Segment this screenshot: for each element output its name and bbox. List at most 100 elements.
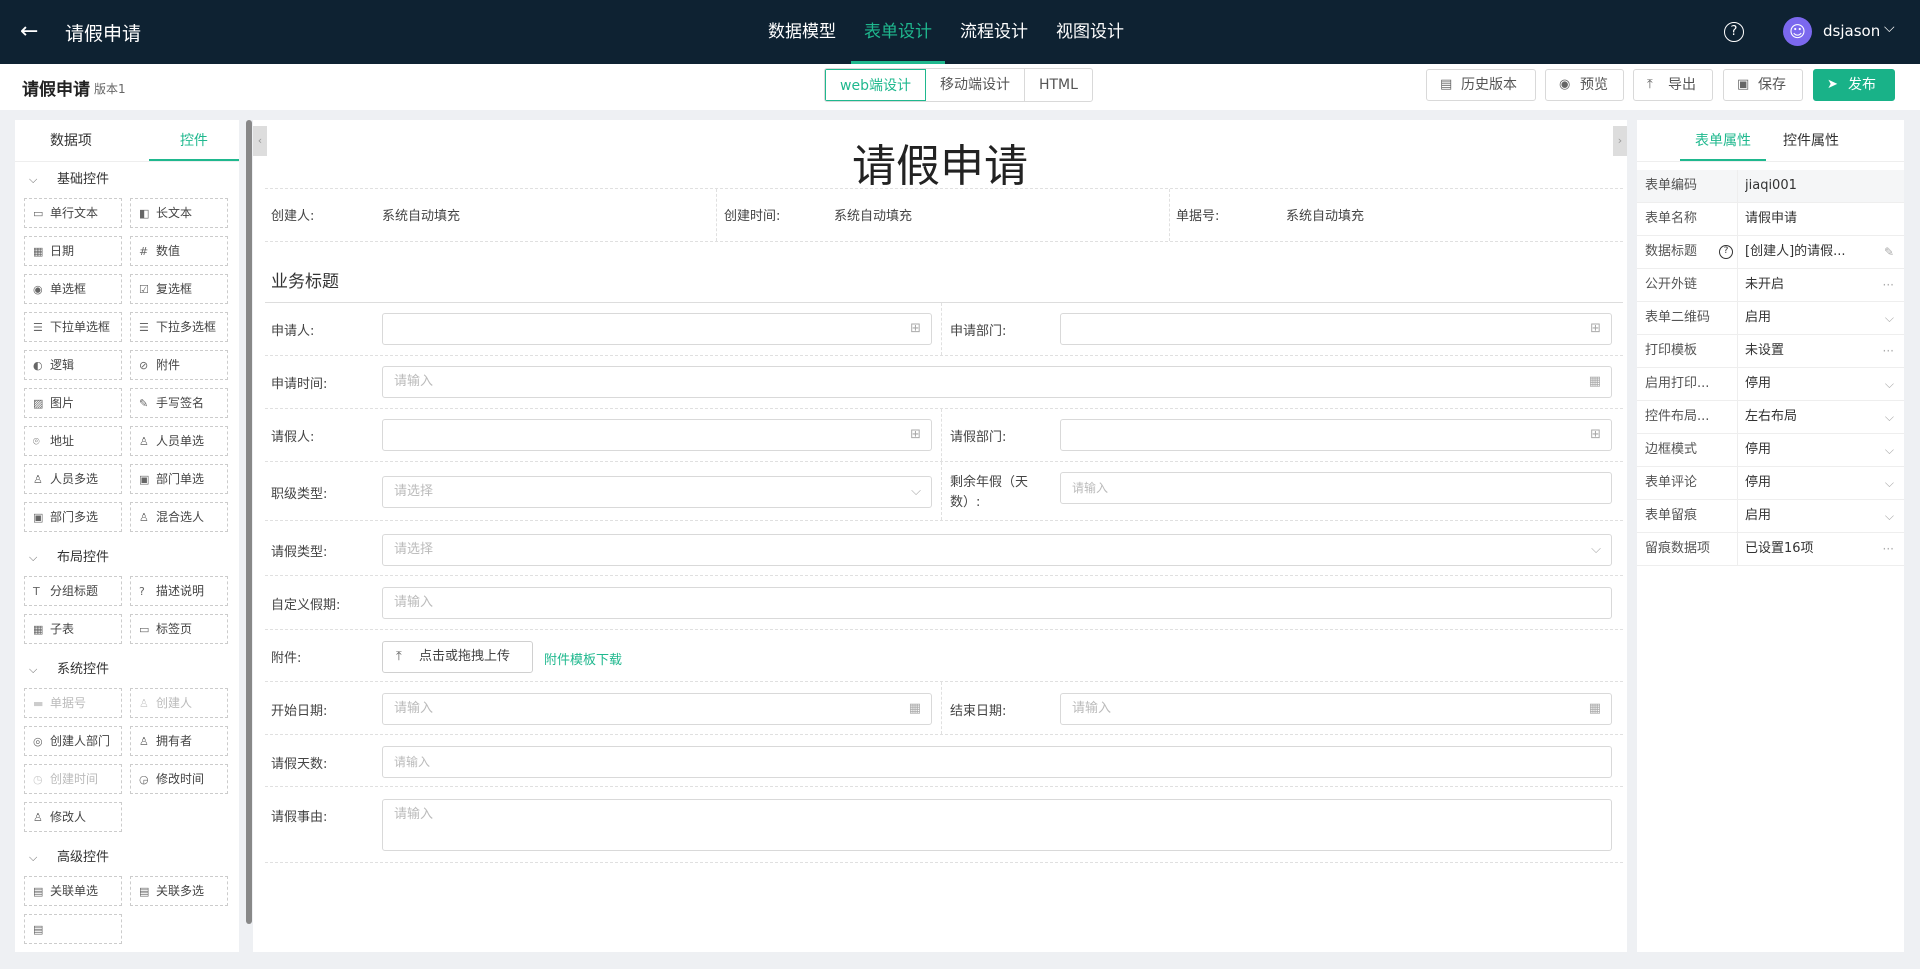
control-item[interactable]: ♙ 混合选人 xyxy=(130,502,228,532)
history-button[interactable]: ▤ 历史版本 xyxy=(1426,69,1536,101)
control-item[interactable]: ▭ 标签页 xyxy=(130,614,228,644)
prop-row-public-link[interactable]: 公开外链 未开启 ··· xyxy=(1637,269,1904,302)
tab-control-props[interactable]: 控件属性 xyxy=(1768,120,1854,161)
edit-icon[interactable]: ✎ xyxy=(1884,236,1894,268)
leave-type-select[interactable]: 请选择 ⌵ xyxy=(382,534,1612,566)
divider xyxy=(1737,170,1738,202)
prop-row-comment[interactable]: 表单评论 停用 ⌵ xyxy=(1637,467,1904,500)
control-item[interactable]: ☰ 下拉多选框 xyxy=(130,312,228,342)
control-item[interactable]: ♙ 拥有者 xyxy=(130,726,228,756)
control-item[interactable]: ◎ 创建人部门 xyxy=(24,726,122,756)
control-item[interactable]: ⌾ 地址 xyxy=(24,426,122,456)
leave-person-input[interactable]: ⊞ xyxy=(382,419,932,451)
export-button[interactable]: ⤒ 导出 xyxy=(1633,69,1713,101)
control-item[interactable]: ▭ 单行文本 xyxy=(24,198,122,228)
start-date-input[interactable]: 请输入 ▦ xyxy=(382,693,932,725)
control-item[interactable]: ▣ 部门多选 xyxy=(24,502,122,532)
seg-html[interactable]: HTML xyxy=(1025,69,1092,101)
seg-web[interactable]: web端设计 xyxy=(825,69,926,101)
divider xyxy=(941,462,942,520)
heading-icon: T xyxy=(33,585,40,598)
rank-type-select[interactable]: 请选择 ⌵ xyxy=(382,476,932,508)
tab-data-items[interactable]: 数据项 xyxy=(21,120,121,161)
end-date-input[interactable]: 请输入 ▦ xyxy=(1060,693,1612,725)
control-item[interactable]: ◧ 长文本 xyxy=(130,198,228,228)
seg-mobile[interactable]: 移动端设计 xyxy=(926,69,1025,101)
remaining-input[interactable]: 请输入 xyxy=(1060,472,1612,504)
prop-row-layout[interactable]: 控件布局... 左右布局 ⌵ xyxy=(1637,401,1904,434)
chevron-down-icon[interactable]: ⌵ xyxy=(1885,368,1894,400)
control-item[interactable]: T 分组标题 xyxy=(24,576,122,606)
control-item[interactable]: ✎ 手写签名 xyxy=(130,388,228,418)
tab-data-model[interactable]: 数据模型 xyxy=(755,0,849,64)
control-item[interactable]: ◐ 逻辑 xyxy=(24,350,122,380)
prop-row-trace[interactable]: 表单留痕 启用 ⌵ xyxy=(1637,500,1904,533)
control-item[interactable]: ⊘ 附件 xyxy=(130,350,228,380)
prop-row-trace-items[interactable]: 留痕数据项 已设置16项 ··· xyxy=(1637,533,1904,566)
dept-input[interactable]: ⊞ xyxy=(1060,313,1612,345)
section-basic[interactable]: ⌵ 基础控件 xyxy=(15,162,239,198)
prop-row-data-title[interactable]: 数据标题? [创建人]的请假... ✎ xyxy=(1637,236,1904,269)
control-item[interactable]: ▦ 日期 xyxy=(24,236,122,266)
tab-controls[interactable]: 控件 xyxy=(148,120,239,161)
control-item[interactable]: ▨ 图片 xyxy=(24,388,122,418)
chevron-down-icon[interactable]: ⌵ xyxy=(1885,467,1894,499)
template-download-link[interactable]: 附件模板下载 xyxy=(544,649,622,668)
control-item[interactable]: ◉ 单选框 xyxy=(24,274,122,304)
leave-dept-input[interactable]: ⊞ xyxy=(1060,419,1612,451)
control-item[interactable]: ♙ 人员单选 xyxy=(130,426,228,456)
control-item[interactable]: ▤ 关联单选 xyxy=(24,876,122,906)
more-icon[interactable]: ··· xyxy=(1883,269,1894,301)
tab-view-design[interactable]: 视图设计 xyxy=(1043,0,1137,64)
control-item[interactable]: ◶ 修改时间 xyxy=(130,764,228,794)
chevron-down-icon[interactable]: ⌵ xyxy=(1885,302,1894,334)
prop-row-enable-print[interactable]: 启用打印... 停用 ⌵ xyxy=(1637,368,1904,401)
control-item[interactable]: ♙ 修改人 xyxy=(24,802,122,832)
section-system[interactable]: ⌵ 系统控件 xyxy=(15,652,239,688)
custom-holiday-input[interactable]: 请输入 xyxy=(382,587,1612,619)
long-text-icon: ◧ xyxy=(139,207,150,220)
control-item[interactable]: ? 描述说明 xyxy=(130,576,228,606)
chevron-down-icon[interactable]: ⌵ xyxy=(1884,20,1895,36)
tab-form-props[interactable]: 表单属性 xyxy=(1680,120,1766,161)
more-icon[interactable]: ··· xyxy=(1883,533,1894,565)
question-icon[interactable]: ? xyxy=(1719,245,1733,259)
control-item[interactable]: # 数值 xyxy=(130,236,228,266)
control-item[interactable]: ♙ 人员多选 xyxy=(24,464,122,494)
section-advanced[interactable]: ⌵ 高级控件 xyxy=(15,840,239,876)
chevron-down-icon[interactable]: ⌵ xyxy=(1885,401,1894,433)
save-button[interactable]: ▣ 保存 xyxy=(1723,69,1803,101)
back-arrow-icon[interactable]: ← xyxy=(20,18,48,46)
control-item[interactable]: ▤ xyxy=(24,914,122,944)
preview-button[interactable]: ◉ 预览 xyxy=(1545,69,1624,101)
tab-flow-design[interactable]: 流程设计 xyxy=(947,0,1041,64)
prop-row-name[interactable]: 表单名称 请假申请 xyxy=(1637,203,1904,236)
calendar-icon: ▦ xyxy=(908,701,921,716)
chevron-down-icon[interactable]: ⌵ xyxy=(1885,500,1894,532)
applicant-input[interactable]: ⊞ xyxy=(382,313,932,345)
prop-row-border[interactable]: 边框模式 停用 ⌵ xyxy=(1637,434,1904,467)
apply-time-input[interactable]: 请输入 ▦ xyxy=(382,366,1612,398)
tab-form-design[interactable]: 表单设计 xyxy=(851,0,945,64)
more-icon[interactable]: ··· xyxy=(1883,335,1894,367)
control-item[interactable]: ☑ 复选框 xyxy=(130,274,228,304)
chevron-down-icon[interactable]: ⌵ xyxy=(1885,434,1894,466)
prop-row-print-template[interactable]: 打印模板 未设置 ··· xyxy=(1637,335,1904,368)
control-item[interactable]: ☰ 下拉单选框 xyxy=(24,312,122,342)
control-item[interactable]: ▦ 子表 xyxy=(24,614,122,644)
control-item[interactable]: ▣ 部门单选 xyxy=(130,464,228,494)
publish-button[interactable]: ➤ 发布 xyxy=(1813,69,1895,101)
control-item[interactable]: ▤ 关联多选 xyxy=(130,876,228,906)
username[interactable]: dsjason xyxy=(1823,22,1880,40)
calendar-icon: ▦ xyxy=(1588,701,1601,716)
prop-key: 表单评论 xyxy=(1645,475,1698,490)
help-icon[interactable]: ? xyxy=(1724,22,1744,42)
prop-row-code[interactable]: 表单编码 jiaqi001 xyxy=(1637,170,1904,203)
left-scrollbar[interactable] xyxy=(246,120,252,924)
prop-row-qrcode[interactable]: 表单二维码 启用 ⌵ xyxy=(1637,302,1904,335)
upload-button[interactable]: ⤒ 点击或拖拽上传 xyxy=(382,641,533,673)
reason-textarea[interactable]: 请输入 xyxy=(382,799,1612,851)
section-layout[interactable]: ⌵ 布局控件 xyxy=(15,540,239,576)
avatar[interactable]: ☺ xyxy=(1783,17,1812,46)
days-input[interactable]: 请输入 xyxy=(382,746,1612,778)
